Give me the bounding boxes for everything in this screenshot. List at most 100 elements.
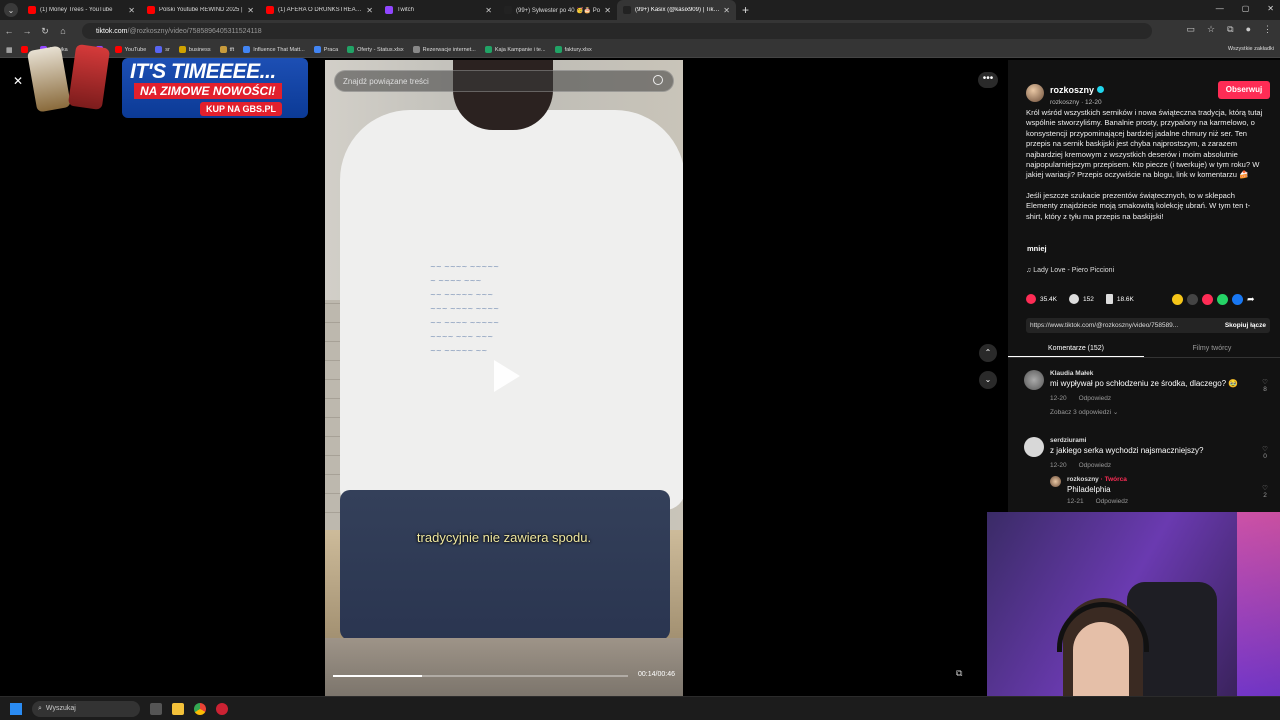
extensions-icon[interactable]: ⧉ [1227, 24, 1233, 35]
bookmark-item[interactable]: Praca [313, 46, 338, 53]
menu-icon[interactable]: ⋮ [1263, 24, 1272, 35]
browser-tab[interactable]: Polski Youtube REWIND 2025 | ✕ [141, 0, 260, 20]
reply-button[interactable]: Odpowiedz [1079, 462, 1112, 469]
task-view-icon[interactable] [150, 702, 162, 715]
view-replies-button[interactable]: Zobacz 3 odpowiedzi ⌄ [1050, 408, 1238, 416]
browser-tab[interactable]: (99+) Kasix (@kasix909) | TikTok ✕ [617, 0, 736, 20]
browser-tab[interactable]: (1) Money Trees - YouTube ✕ [22, 0, 141, 20]
close-tab-icon[interactable]: ✕ [604, 6, 611, 15]
author-subtitle: rozkoszny · 12-20 [1050, 99, 1102, 106]
author-avatar[interactable] [1026, 84, 1044, 102]
reload-icon[interactable]: ↻ [36, 26, 54, 37]
cast-icon[interactable]: ▭ [1187, 24, 1196, 35]
close-window-icon[interactable]: ✕ [1267, 4, 1274, 13]
bookmark-item[interactable]: faktury.xlsx [554, 46, 592, 53]
emoji-icon[interactable] [1172, 294, 1183, 305]
like-stat[interactable]: 35.4K [1026, 294, 1057, 304]
copy-link-button[interactable]: Skopiuj łącze [1221, 322, 1270, 329]
comment-like[interactable]: ♡ 2 [1262, 484, 1268, 499]
tab-creator-videos[interactable]: Filmy twórcy [1144, 340, 1280, 357]
commenter-name[interactable]: Klaudia Małek [1050, 370, 1238, 377]
browser-tab[interactable]: (1) AFERA O DRUNKSTREAM B ✕ [260, 0, 379, 20]
address-bar[interactable]: tiktok.com/@rozkoszny/video/758589640531… [82, 23, 1152, 39]
tab-comments[interactable]: Komentarze (152) [1008, 340, 1144, 357]
close-tab-icon[interactable]: ✕ [128, 6, 135, 15]
close-tab-icon[interactable]: ✕ [485, 6, 492, 15]
search-icon[interactable] [653, 75, 663, 85]
previous-video-icon[interactable]: ⌃ [979, 344, 997, 362]
more-options-icon[interactable]: ••• [978, 72, 998, 88]
browser-toolbar: ← → ↻ ⌂ tiktok.com/@rozkoszny/video/7585… [0, 20, 1280, 42]
video-progress-fill [333, 675, 422, 677]
follow-button[interactable]: Obserwuj [1218, 81, 1270, 99]
music-label[interactable]: ♫ Lady Love - Piero Piccioni [1026, 267, 1114, 274]
related-search-input[interactable]: Znajdź powiązane treści [334, 70, 674, 92]
share-icon[interactable]: ➦ [1247, 294, 1258, 305]
taskbar-search[interactable]: ⌕ Wyszukaj [32, 700, 140, 717]
app-icon[interactable] [216, 702, 228, 715]
reply-avatar[interactable] [1050, 476, 1061, 487]
next-video-icon[interactable]: ⌄ [979, 371, 997, 389]
comment-count: 152 [1083, 295, 1094, 303]
home-icon[interactable]: ⌂ [54, 26, 72, 36]
new-tab-button[interactable]: + [742, 3, 749, 17]
maximize-icon[interactable]: ▢ [1242, 4, 1250, 13]
bookmark-item[interactable]: Rezerwacje internet... [412, 46, 476, 53]
forward-icon[interactable]: → [18, 26, 36, 36]
video-player[interactable]: ~~ ~~~~ ~~~~~ ~ ~~~~ ~~~ ~~ ~~~~~ ~~~ ~~~ ~… [325, 60, 683, 696]
reply-text: Philadelphia [1067, 485, 1111, 494]
embed-icon[interactable] [1187, 294, 1198, 305]
browser-tab[interactable]: Twitch ✕ [379, 0, 498, 20]
ad-banner[interactable]: IT'S TIMEEEE... NA ZIMOWE NOWOŚCI! KUP N… [22, 43, 308, 120]
bookmark-item[interactable]: Kaja Kampanie i te... [484, 46, 546, 53]
comment-text: z jakiego serka wychodzi najsmaczniejszy… [1050, 446, 1204, 455]
commenter-avatar[interactable] [1024, 370, 1044, 390]
windows-start-icon[interactable] [10, 702, 22, 715]
tab-favicon-icon [504, 6, 512, 14]
video-progress-bar[interactable] [333, 675, 628, 677]
minimize-icon[interactable]: — [1216, 4, 1224, 13]
bookmark-item[interactable]: Oferty - Status.xlsx [347, 46, 404, 53]
ad-cta-button[interactable]: KUP NA GBS.PL [200, 102, 283, 116]
comment-like[interactable]: ♡ 8 [1262, 378, 1268, 393]
floating-player-icon[interactable]: ⧉ [956, 668, 970, 682]
show-less-link[interactable]: mniej [1027, 244, 1047, 253]
close-icon[interactable]: ✕ [13, 74, 23, 88]
reply-author[interactable]: rozkoszny [1067, 476, 1099, 483]
comment-stat[interactable]: 152 [1069, 294, 1094, 304]
author-name[interactable]: rozkoszny [1050, 85, 1094, 95]
star-icon[interactable]: ☆ [1207, 24, 1215, 35]
send-icon[interactable] [1202, 294, 1213, 305]
bookmark-label: Rezerwacje internet... [422, 46, 476, 53]
tab-search-button[interactable]: ⌄ [4, 3, 18, 17]
heart-outline-icon: ♡ [1262, 485, 1268, 492]
commenter-avatar[interactable] [1024, 437, 1044, 457]
close-tab-icon[interactable]: ✕ [366, 6, 373, 15]
reply-button[interactable]: Odpowiedz [1079, 395, 1112, 402]
reply-date: 12-21 [1067, 498, 1084, 505]
back-icon[interactable]: ← [0, 26, 18, 36]
close-tab-icon[interactable]: ✕ [723, 6, 730, 15]
browser-tab[interactable]: (99+) Sylwester po 40 🥳🎂 Po ✕ [498, 0, 617, 20]
ad-headline: IT'S TIMEEEE... [130, 60, 276, 83]
related-search-placeholder: Znajdź powiązane treści [343, 76, 429, 86]
facebook-icon[interactable] [1232, 294, 1243, 305]
all-bookmarks[interactable]: Wszystkie zakładki [1228, 46, 1274, 52]
close-tab-icon[interactable]: ✕ [247, 6, 254, 15]
profile-icon[interactable]: ● [1246, 24, 1251, 35]
bookmark-label: Oferty - Status.xlsx [357, 46, 404, 53]
share-icons: ➦ [1172, 294, 1258, 305]
save-stat[interactable]: 18.6K [1105, 294, 1134, 304]
apps-icon[interactable]: ▦ [6, 46, 13, 54]
reply-button[interactable]: Odpowiedz [1096, 498, 1129, 505]
comment-like[interactable]: ♡ 0 [1262, 445, 1268, 460]
commenter-name[interactable]: serdziurami [1050, 437, 1203, 444]
video-link[interactable]: https://www.tiktok.com/@rozkoszny/video/… [1026, 322, 1221, 329]
play-icon[interactable] [494, 360, 520, 392]
author-info[interactable]: rozkoszny rozkoszny · 12-20 [1026, 80, 1105, 106]
whatsapp-icon[interactable] [1217, 294, 1228, 305]
copy-link-row: https://www.tiktok.com/@rozkoszny/video/… [1026, 318, 1270, 333]
file-explorer-icon[interactable] [172, 702, 184, 715]
chrome-icon[interactable] [194, 702, 206, 715]
tab-title: (99+) Kasix (@kasix909) | TikTok [635, 7, 721, 13]
